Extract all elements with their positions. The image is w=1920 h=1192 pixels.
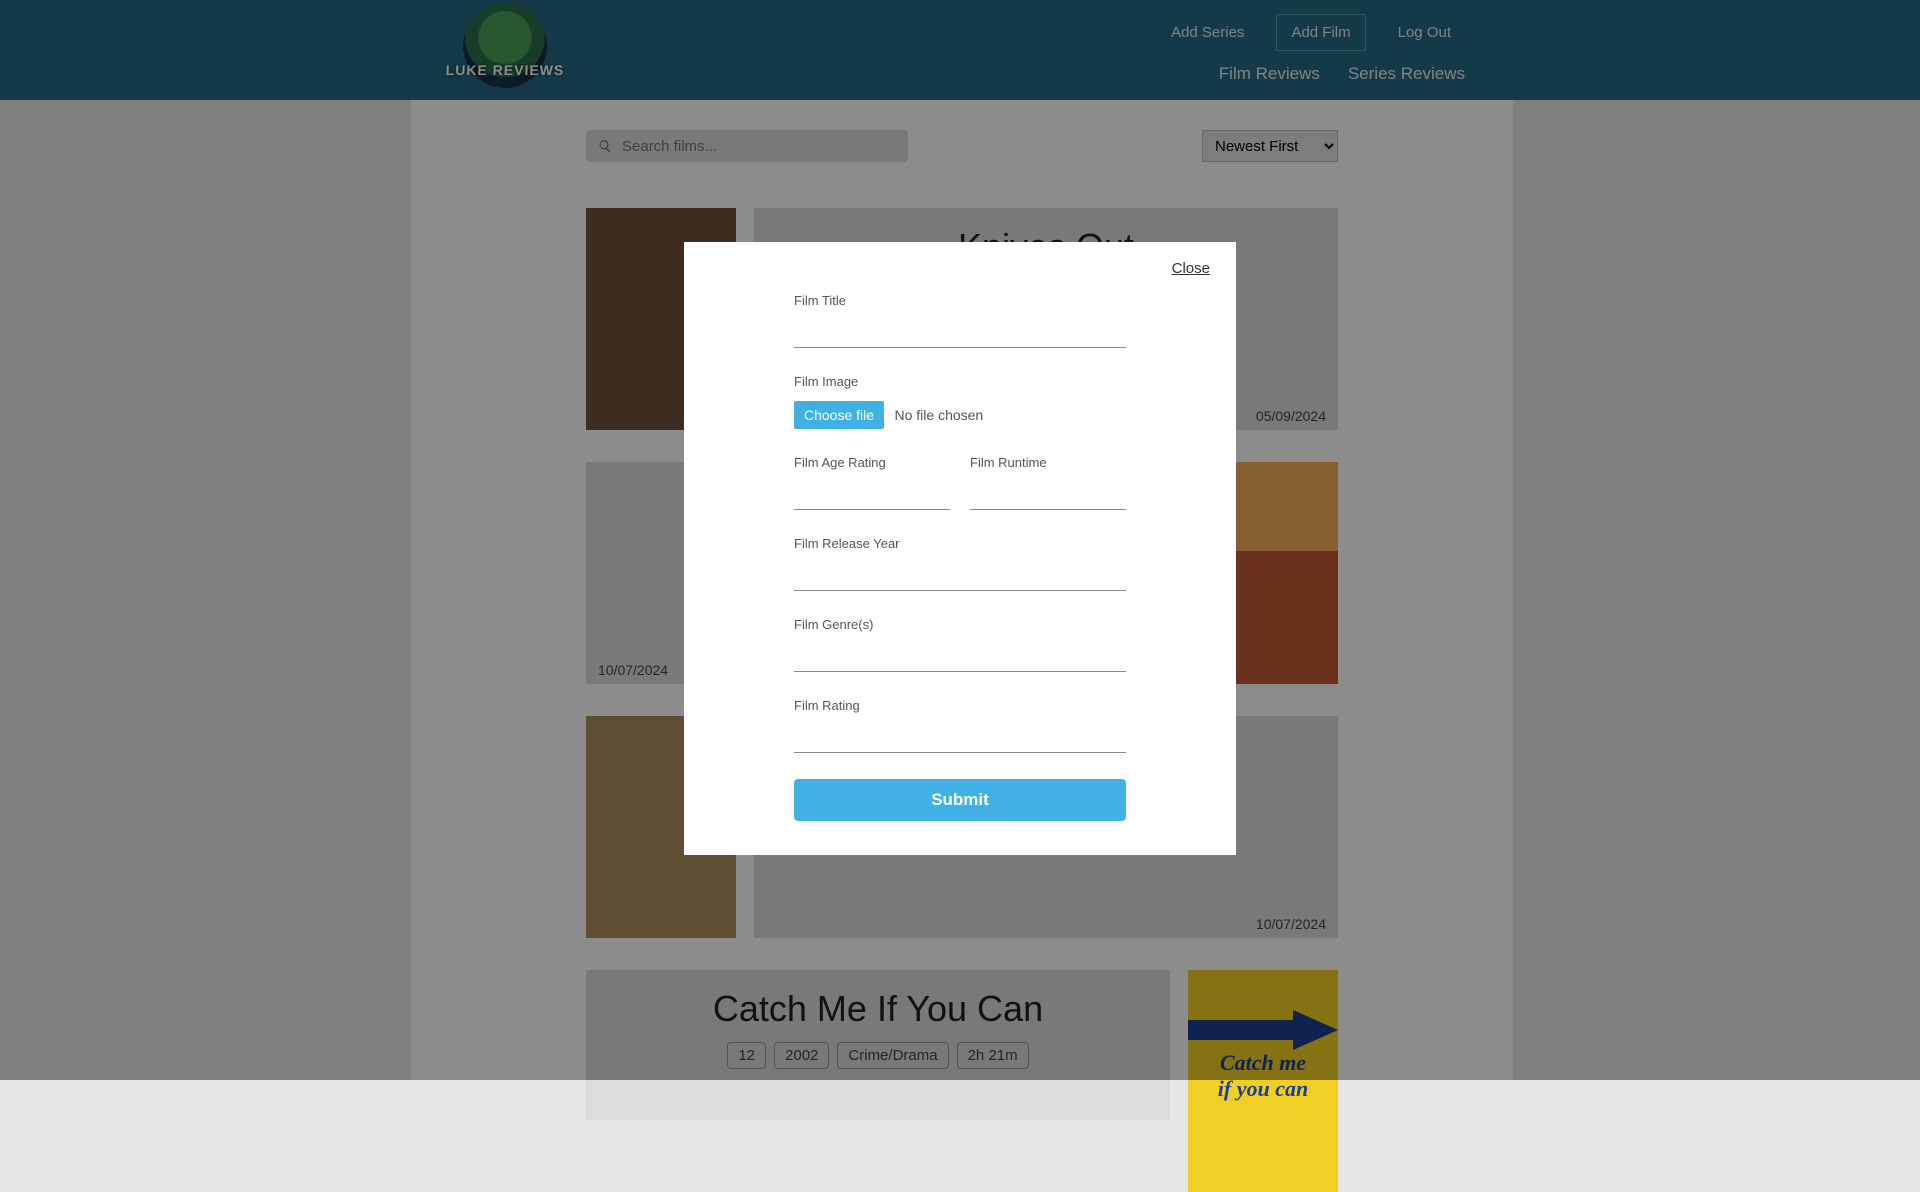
input-runtime[interactable] (970, 482, 1126, 510)
label-title: Film Title (794, 293, 1126, 308)
add-film-form: Film Title Film Image Choose file No fil… (710, 293, 1210, 821)
submit-button[interactable]: Submit (794, 779, 1126, 821)
input-release-year[interactable] (794, 563, 1126, 591)
no-file-text: No file chosen (895, 407, 984, 423)
label-release-year: Film Release Year (794, 536, 1126, 551)
choose-file-button[interactable]: Choose file (794, 401, 884, 429)
field-title: Film Title (794, 293, 1126, 348)
input-genres[interactable] (794, 644, 1126, 672)
label-rating: Film Rating (794, 698, 1126, 713)
close-button[interactable]: Close (710, 260, 1210, 277)
input-rating[interactable] (794, 725, 1126, 753)
field-rating: Film Rating (794, 698, 1126, 753)
label-runtime: Film Runtime (970, 455, 1126, 470)
label-age-rating: Film Age Rating (794, 455, 950, 470)
label-genres: Film Genre(s) (794, 617, 1126, 632)
field-age-rating: Film Age Rating (794, 455, 950, 510)
input-title[interactable] (794, 320, 1126, 348)
label-image: Film Image (794, 374, 1126, 389)
add-film-dialog: Close Film Title Film Image Choose file … (684, 242, 1236, 855)
field-release-year: Film Release Year (794, 536, 1126, 591)
input-age-rating[interactable] (794, 482, 950, 510)
field-runtime: Film Runtime (970, 455, 1126, 510)
field-genres: Film Genre(s) (794, 617, 1126, 672)
field-image: Film Image Choose file No file chosen (794, 374, 1126, 429)
